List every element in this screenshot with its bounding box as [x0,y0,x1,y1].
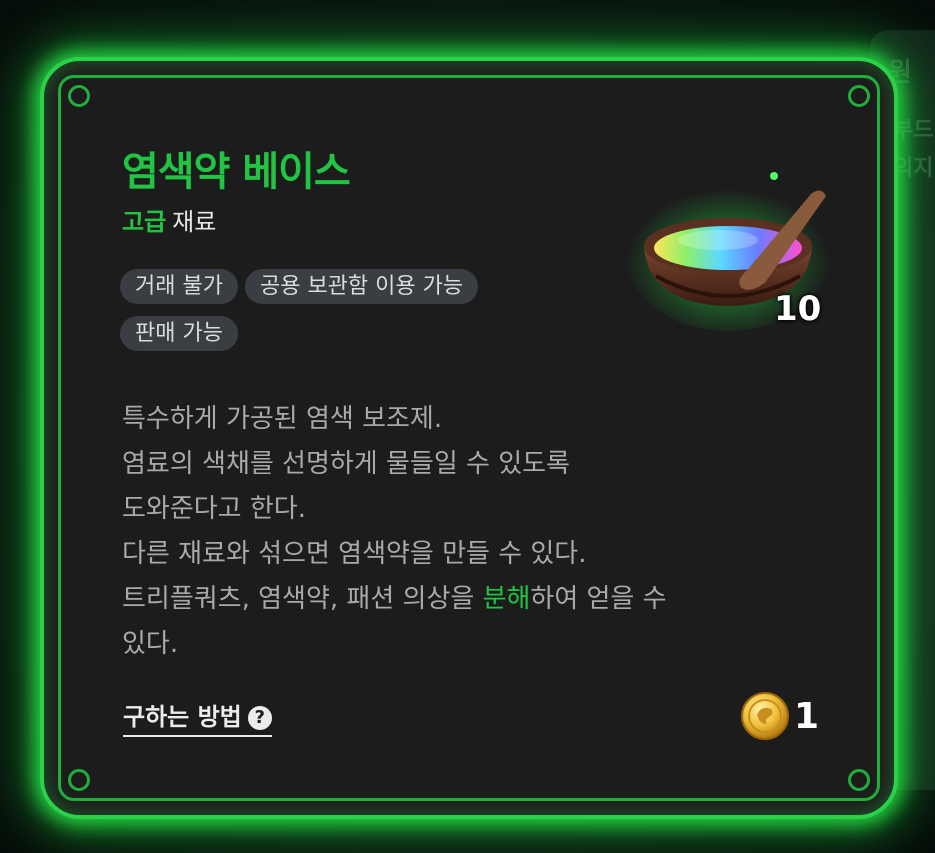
description-line: 있다. [122,629,179,659]
tag-sellable: 판매 가능 [120,316,238,351]
item-description: 특수하게 가공된 염색 보조제. 염료의 색채를 선명하게 물들일 수 있도록 … [122,397,822,667]
gold-coin-icon [741,692,789,740]
item-type: 고급 재료 [122,202,216,237]
highlight-keyword: 분해 [482,584,531,614]
description-line: 염료의 색채를 선명하게 물들일 수 있도록 [122,449,570,479]
frame-corner-ornament [68,769,90,791]
description-line: 트리플쿼츠, 염색약, 패션 의상을 분해하여 얻을 수 [122,577,822,622]
item-tags: 거래 불가 공용 보관함 이용 가능판매 가능 [120,269,590,363]
price-value: 1 [794,695,820,737]
item-name: 염색약 베이스 [122,149,351,195]
item-category: 재료 [172,208,217,236]
frame-corner-ornament [848,769,870,791]
background-text-line: 의지 [893,156,934,181]
how-to-obtain-link[interactable]: 구하는 방법? [123,697,272,737]
description-text: 하여 얻을 수 [530,584,667,614]
frame-corner-ornament [68,85,90,107]
description-line: 특수하게 가공된 염색 보조제. [122,404,443,434]
how-to-obtain-label: 구하는 방법 [123,703,242,731]
item-tooltip-card: 염색약 베이스 고급 재료 거래 불가 공용 보관함 이용 가능판매 가능 10… [40,57,898,819]
frame-corner-ornament [848,85,870,107]
description-line: 다른 재료와 섞으면 염색약을 만들 수 있다. [122,539,587,569]
item-quantity: 10 [774,289,822,329]
item-grade: 고급 [122,208,167,236]
description-text: 트리플쿼츠, 염색약, 패션 의상을 [122,584,483,614]
background-text-line: 부드 [893,118,934,143]
description-line: 도와준다고 한다. [122,494,306,524]
tag-untradeable: 거래 불가 [120,269,238,304]
item-price: 1 [740,691,819,741]
tag-shared-storage: 공용 보관함 이용 가능 [244,269,479,304]
help-icon[interactable]: ? [247,706,272,730]
